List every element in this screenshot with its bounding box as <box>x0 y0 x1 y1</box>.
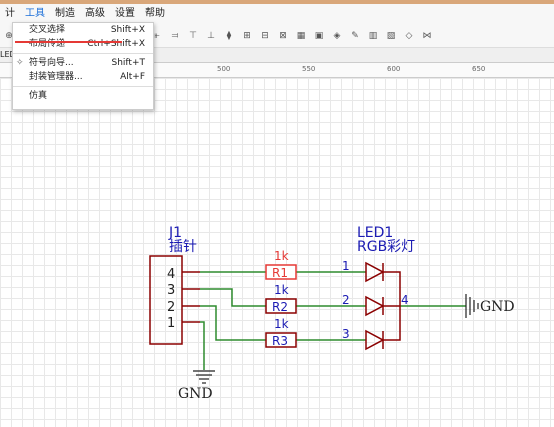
gnd-bottom-symbol[interactable] <box>193 370 215 384</box>
r3-ref: R3 <box>272 334 288 348</box>
menu-item-shortcut: Alt+F <box>120 72 145 82</box>
menu-item-label: 封装管理器... <box>29 72 83 82</box>
led-pin-label: 3 <box>342 327 350 341</box>
menu-cross-select[interactable]: 交叉选择 Shift+X <box>13 23 153 37</box>
align-bottom-icon[interactable]: ⊥ <box>206 31 216 41</box>
distribute-v-icon[interactable]: ⊠ <box>278 31 288 41</box>
menu-bar: 计 工具 制造 高级 设置 帮助 <box>0 4 554 24</box>
led-pin-label: 1 <box>342 259 350 273</box>
menu-separator <box>13 53 153 54</box>
ruler-label: 550 <box>302 65 316 73</box>
brush-icon[interactable]: ✎ <box>350 31 360 41</box>
r2-value: 1k <box>274 283 289 297</box>
j1-pin-label: 1 <box>167 316 175 331</box>
image-icon[interactable]: ▣ <box>314 31 324 41</box>
wires <box>200 271 466 370</box>
menu-layout-transfer[interactable]: 布局传递 Ctrl+Shift+X <box>13 37 153 51</box>
book-icon[interactable]: ▥ <box>368 31 378 41</box>
menu-item-advanced[interactable]: 高级 <box>80 4 110 24</box>
j1-pin-label: 3 <box>167 283 175 298</box>
led-name: RGB彩灯 <box>357 239 415 255</box>
tools-dropdown-menu: 交叉选择 Shift+X 布局传递 Ctrl+Shift+X ✧ 符号向导...… <box>12 22 154 110</box>
j1-name: 插针 <box>169 239 197 255</box>
menu-item-partial[interactable]: 计 <box>0 4 20 24</box>
grid-icon[interactable]: ▦ <box>296 31 306 41</box>
led-pin-label: 4 <box>401 293 409 307</box>
menu-item-label: 符号向导... <box>29 58 74 68</box>
schematic-canvas[interactable]: J1 插针 4 3 2 1 GND 1k 1k 1k R1 R2 R3 LED1… <box>0 78 554 427</box>
ruler-label: 500 <box>217 65 231 73</box>
j1-body[interactable] <box>149 255 183 345</box>
gnd-right-symbol[interactable] <box>465 294 479 318</box>
ruler-label: 600 <box>387 65 401 73</box>
menu-item-label: 仿真 <box>29 91 48 101</box>
menu-item-settings[interactable]: 设置 <box>110 4 140 24</box>
layer-icon[interactable]: ◈ <box>332 31 342 41</box>
j1-pin-label: 4 <box>167 267 175 282</box>
gnd-bottom-label: GND <box>178 386 213 402</box>
menu-footprint-manager[interactable]: 封装管理器... Alt+F <box>13 70 153 84</box>
highlight-underline <box>15 41 122 43</box>
led-pin-label: 2 <box>342 293 350 307</box>
picture-icon[interactable]: ▧ <box>386 31 396 41</box>
menu-item-help[interactable]: 帮助 <box>140 4 170 24</box>
menu-item-shortcut: Shift+T <box>111 58 146 68</box>
r1-value: 1k <box>274 249 289 263</box>
align-top-icon[interactable]: ⊤ <box>188 31 198 41</box>
menu-item-shortcut: Ctrl+Shift+X <box>87 39 145 49</box>
menu-item-label: 交叉选择 <box>29 25 66 35</box>
stack-icon[interactable]: ◇ <box>404 31 414 41</box>
j1-pin-label: 2 <box>167 300 175 315</box>
menu-item-manufacture[interactable]: 制造 <box>50 4 80 24</box>
led1-body[interactable] <box>365 261 401 351</box>
align-right-icon[interactable]: ⫤ <box>170 31 180 41</box>
align-center-v-icon[interactable]: ⊞ <box>242 31 252 41</box>
r3-value: 1k <box>274 317 289 331</box>
menu-simulation[interactable]: 仿真 <box>13 89 153 103</box>
align-center-h-icon[interactable]: ⧫ <box>224 31 234 41</box>
schematic-svg: J1 插针 4 3 2 1 GND 1k 1k 1k R1 R2 R3 LED1… <box>149 225 515 402</box>
r1-ref: R1 <box>272 266 288 280</box>
distribute-h-icon[interactable]: ⊟ <box>260 31 270 41</box>
menu-item-tools[interactable]: 工具 <box>20 4 50 24</box>
r2-ref: R2 <box>272 300 288 314</box>
gnd-right-label: GND <box>480 299 515 315</box>
menu-item-shortcut: Shift+X <box>110 25 145 35</box>
share-icon[interactable]: ⋈ <box>422 31 432 41</box>
wand-icon: ✧ <box>16 58 24 68</box>
menu-symbol-wizard[interactable]: ✧ 符号向导... Shift+T <box>13 56 153 70</box>
menu-separator <box>13 86 153 87</box>
ruler-label: 650 <box>472 65 486 73</box>
